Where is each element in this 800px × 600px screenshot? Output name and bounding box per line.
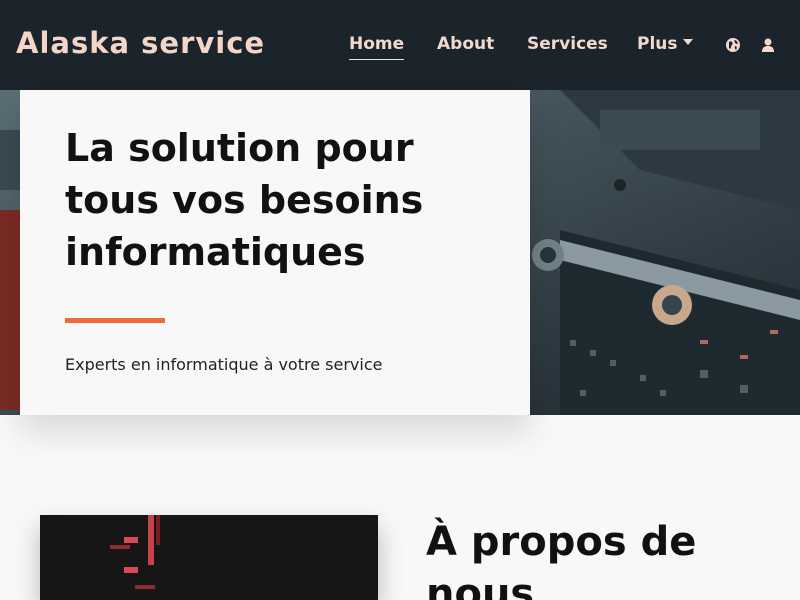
- nav-link-services[interactable]: Services: [527, 34, 608, 54]
- nav-plus-label: Plus: [637, 34, 678, 54]
- hero-subtitle: Experts en informatique à votre service: [65, 355, 383, 374]
- caret-down-icon: [682, 39, 693, 45]
- user-icon[interactable]: [760, 37, 776, 53]
- nav-link-about[interactable]: About: [437, 34, 494, 54]
- nav-dropdown-plus[interactable]: Plus: [637, 34, 693, 54]
- hero-card: La solution pour tous vos besoins inform…: [20, 90, 530, 415]
- brand-logo-link[interactable]: Alaska service: [16, 26, 265, 60]
- navbar: Alaska service Home About Services Plus: [0, 0, 800, 90]
- nav-link-home[interactable]: Home: [349, 34, 405, 60]
- hero-title: La solution pour tous vos besoins inform…: [65, 126, 424, 274]
- globe-icon[interactable]: [725, 37, 741, 53]
- about-heading: À propos de nous: [426, 519, 697, 600]
- hero-accent-divider: [65, 318, 165, 323]
- about-image: [40, 515, 378, 600]
